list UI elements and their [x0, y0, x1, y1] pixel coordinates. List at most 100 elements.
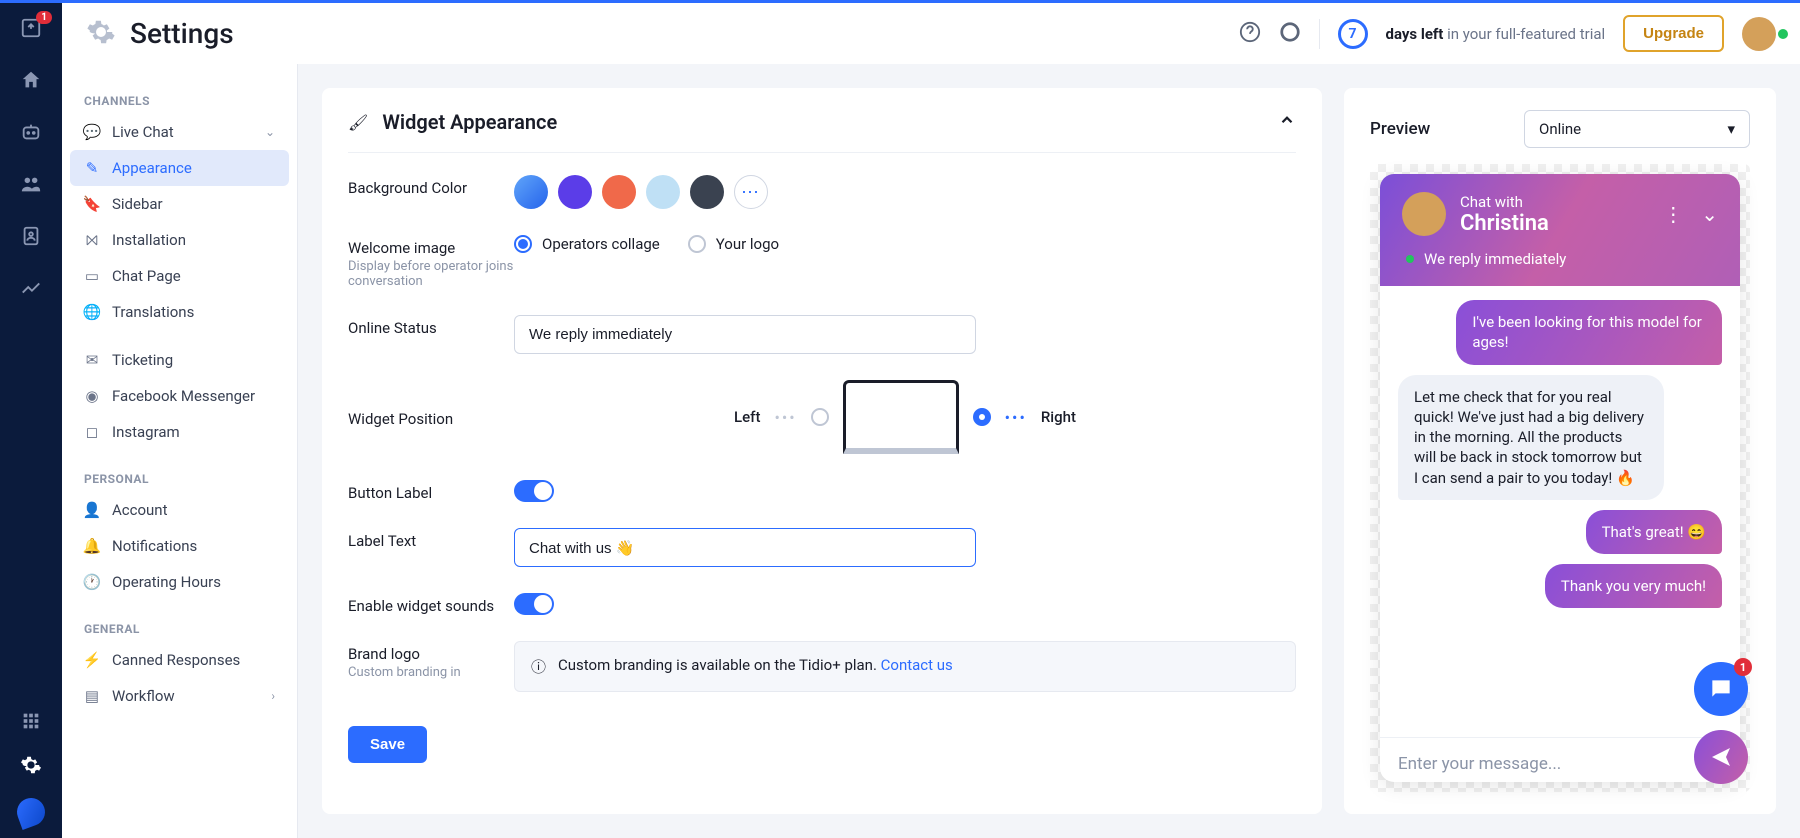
settings-sidebar: CHANNELS 💬Live Chat⌄ ✎Appearance 🔖Sideba… [62, 64, 298, 838]
chat-avatar [1402, 192, 1446, 236]
people-icon[interactable] [20, 173, 42, 195]
label-text-label: Label Text [348, 528, 514, 550]
link-icon: ⨝ [84, 232, 100, 248]
messenger-icon: ◉ [84, 388, 100, 404]
info-icon: ⓘ [531, 656, 546, 677]
pos-radio-right[interactable] [973, 408, 991, 426]
fab-send-button[interactable] [1694, 730, 1748, 784]
refresh-icon[interactable] [1279, 21, 1301, 47]
sidebar-item-facebook[interactable]: ◉Facebook Messenger [62, 378, 297, 414]
pencil-icon: ✎ [84, 160, 100, 176]
sb-heading-general: GENERAL [62, 616, 297, 642]
contacts-icon[interactable] [20, 225, 42, 247]
mail-icon: ✉ [84, 352, 100, 368]
instagram-icon: ◻ [84, 424, 100, 440]
user-icon: 👤 [84, 502, 100, 518]
pos-dots-right: ••• [1005, 408, 1027, 427]
swatch-4[interactable] [690, 175, 724, 209]
topbar: Settings 7 days left in your full-featur… [62, 0, 1800, 64]
label-text-input[interactable] [514, 528, 976, 567]
laptop-icon: ▭ [84, 268, 100, 284]
bot-icon[interactable] [20, 121, 42, 143]
preview-title: Preview [1370, 119, 1430, 139]
sidebar-item-live-chat[interactable]: 💬Live Chat⌄ [62, 114, 297, 150]
button-label-toggle[interactable] [514, 480, 554, 502]
brush-icon: 🖌 [348, 113, 368, 132]
chat-bubble-icon: 💬 [84, 124, 100, 140]
days-badge: 7 [1338, 19, 1368, 49]
help-icon[interactable] [1239, 21, 1261, 47]
online-status-label: Online Status [348, 315, 514, 337]
sidebar-item-installation[interactable]: ⨝Installation [62, 222, 297, 258]
save-button[interactable]: Save [348, 726, 427, 763]
chat-input[interactable]: Enter your message... [1380, 737, 1740, 782]
color-swatches: ⋯ [514, 175, 768, 209]
sidebar-item-notifications[interactable]: 🔔Notifications [62, 528, 297, 564]
chat-msg-user: I've been looking for this model for age… [1456, 300, 1722, 365]
pos-dots-left: ••• [774, 408, 796, 427]
home-icon[interactable] [20, 69, 42, 91]
contact-us-link[interactable]: Contact us [881, 656, 953, 674]
gear-icon [86, 17, 116, 51]
sounds-toggle[interactable] [514, 593, 554, 615]
brand-logo [13, 794, 49, 830]
sidebar-item-hours[interactable]: 🕐Operating Hours [62, 564, 297, 600]
brand-label: Brand logo Custom branding in [348, 641, 514, 680]
sidebar-item-instagram[interactable]: ◻Instagram [62, 414, 297, 450]
swatch-2[interactable] [602, 175, 636, 209]
chevron-down-icon[interactable]: ⌄ [1701, 202, 1718, 226]
chat-header: Chat withChristina ⋮⌄ We reply immediate… [1380, 174, 1740, 286]
sidebar-item-sidebar[interactable]: 🔖Sidebar [62, 186, 297, 222]
chat-msg-user: That's great! 😄 [1586, 510, 1722, 554]
clock-icon: 🕐 [84, 574, 100, 590]
swatch-3[interactable] [646, 175, 680, 209]
analytics-icon[interactable] [20, 277, 42, 299]
radio-your-logo[interactable]: Your logo [688, 235, 779, 253]
sidebar-item-canned[interactable]: ⚡Canned Responses [62, 642, 297, 678]
sb-heading-channels: CHANNELS [62, 88, 297, 114]
sidebar-item-translations[interactable]: 🌐Translations [62, 294, 297, 330]
pos-radio-left[interactable] [811, 408, 829, 426]
chevron-down-icon: ⌄ [265, 125, 275, 139]
sidebar-item-appearance[interactable]: ✎Appearance [70, 150, 289, 186]
workflow-icon: ▤ [84, 688, 100, 704]
monitor-icon [843, 380, 959, 454]
fab-badge: 1 [1734, 658, 1752, 676]
trial-text: days left in your full-featured trial [1386, 25, 1606, 43]
preview-panel: Preview Online▾ Chat withChristina ⋮⌄ [1344, 88, 1776, 814]
kebab-icon[interactable]: ⋮ [1663, 202, 1683, 226]
swatch-0[interactable] [514, 175, 548, 209]
pos-left-label: Left [734, 408, 760, 426]
preview-select[interactable]: Online▾ [1524, 110, 1750, 148]
fab-chat-button[interactable]: 1 [1694, 662, 1748, 716]
sidebar-item-workflow[interactable]: ▤Workflow› [62, 678, 297, 714]
sb-heading-personal: PERSONAL [62, 466, 297, 492]
panel-title: Widget Appearance [382, 110, 557, 134]
chevron-right-icon: › [271, 689, 275, 703]
gear-icon[interactable] [20, 754, 42, 776]
bg-label: Background Color [348, 175, 514, 197]
button-label-label: Button Label [348, 480, 514, 502]
upgrade-button[interactable]: Upgrade [1623, 15, 1724, 52]
status-dot [1406, 255, 1414, 263]
collapse-icon[interactable] [1278, 111, 1296, 133]
sidebar-item-account[interactable]: 👤Account [62, 492, 297, 528]
appearance-panel: 🖌 Widget Appearance Background Color [322, 88, 1322, 814]
globe-icon: 🌐 [84, 304, 100, 320]
online-status-input[interactable] [514, 315, 976, 354]
chat-msg-op: Let me check that for you real quick! We… [1398, 375, 1664, 500]
avatar[interactable] [1742, 17, 1776, 51]
sidebar-item-chat-page[interactable]: ▭Chat Page [62, 258, 297, 294]
swatch-more[interactable]: ⋯ [734, 175, 768, 209]
chat-msg-user: Thank you very much! [1545, 564, 1722, 608]
inbox-icon[interactable]: 1 [20, 17, 42, 39]
radio-operators-collage[interactable]: Operators collage [514, 235, 660, 253]
bell-icon: 🔔 [84, 538, 100, 554]
swatch-1[interactable] [558, 175, 592, 209]
sidebar-item-ticketing[interactable]: ✉Ticketing [62, 342, 297, 378]
brand-info-box: ⓘ Custom branding is available on the Ti… [514, 641, 1296, 692]
apps-icon[interactable] [20, 710, 42, 732]
position-label: Widget Position [348, 406, 514, 428]
status-dot [1778, 29, 1788, 39]
welcome-label: Welcome image Display before operator jo… [348, 235, 514, 289]
